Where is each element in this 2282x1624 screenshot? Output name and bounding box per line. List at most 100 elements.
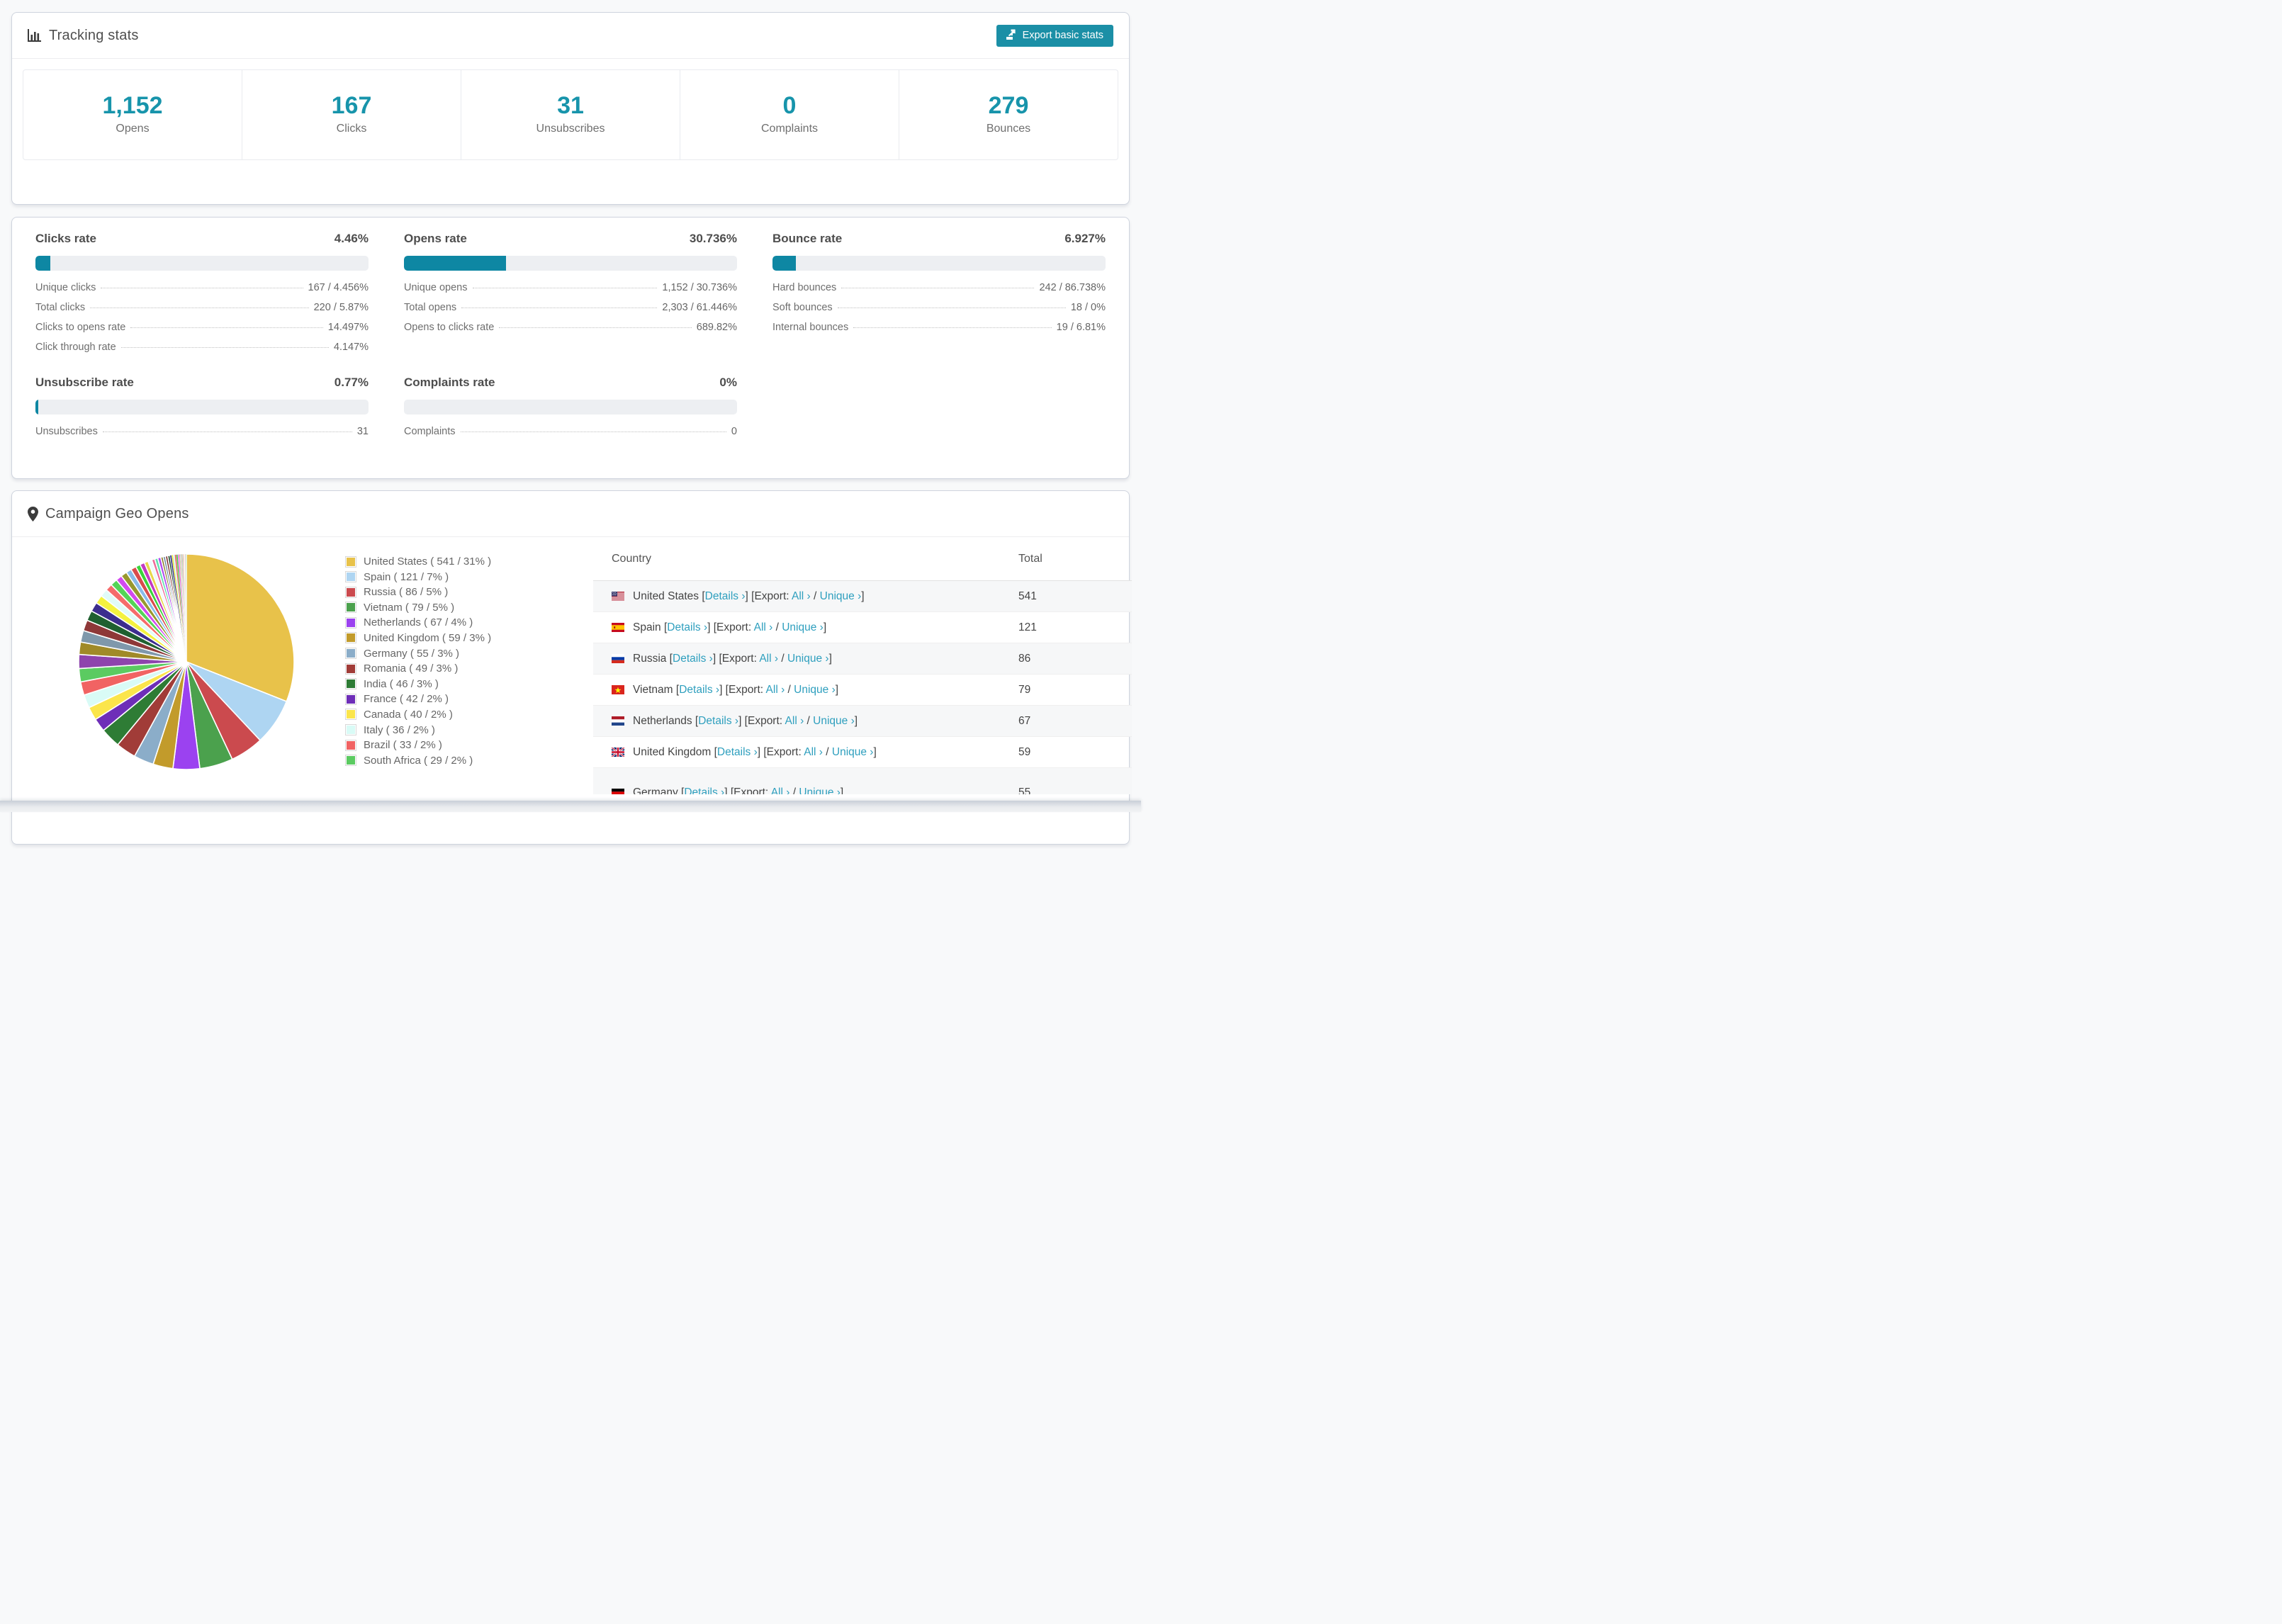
country-links: United States [Details ›] [Export: All ›… — [633, 590, 865, 602]
stat-row-label: Unique clicks — [35, 282, 96, 293]
export-all-link[interactable]: All › — [804, 746, 823, 758]
stat-row-value: 2,303 / 61.446% — [662, 302, 737, 313]
legend-item-spain[interactable]: Spain ( 121 / 7% ) — [345, 571, 491, 583]
country-links: Russia [Details ›] [Export: All › / Uniq… — [633, 652, 832, 665]
flag-ru-icon — [612, 654, 624, 663]
geo-table-row-vn: Vietnam [Details ›] [Export: All › / Uni… — [593, 675, 1132, 706]
export-all-link[interactable]: All › — [759, 653, 778, 665]
stat-row-label: Internal bounces — [772, 322, 849, 333]
details-link[interactable]: Details › — [679, 684, 719, 696]
country-cell: Spain [Details ›] [Export: All › / Uniqu… — [612, 621, 1018, 634]
total-cell: 55 — [1018, 786, 1031, 794]
details-link[interactable]: Details › — [705, 590, 746, 602]
legend-label: United States ( 541 / 31% ) — [364, 556, 492, 568]
export-all-link[interactable]: All › — [792, 590, 811, 602]
total-cell: 121 — [1018, 621, 1037, 633]
legend-swatch — [345, 602, 356, 614]
flag-vn-icon — [612, 685, 624, 694]
legend-item-france[interactable]: France ( 42 / 2% ) — [345, 693, 491, 705]
bounce-rate-bar — [772, 256, 1106, 271]
stat-row-value: 220 / 5.87% — [313, 302, 369, 313]
stat-row: Soft bounces 18 / 0% — [772, 302, 1106, 322]
details-link[interactable]: Details › — [673, 653, 713, 665]
export-basic-stats-button[interactable]: Export basic stats — [996, 24, 1113, 47]
legend-item-south-africa[interactable]: South Africa ( 29 / 2% ) — [345, 755, 491, 767]
legend-item-romania[interactable]: Romania ( 49 / 3% ) — [345, 662, 491, 675]
stat-row-value: 0 — [731, 426, 737, 437]
summary-bounces: 279 Bounces — [899, 69, 1118, 160]
stat-row: Total opens 2,303 / 61.446% — [404, 302, 737, 322]
export-button-label: Export basic stats — [1022, 30, 1103, 41]
details-link[interactable]: Details › — [698, 715, 738, 727]
clicks-rate-panel: Clicks rate 4.46% Unique clicks 167 / 4.45… — [35, 232, 369, 361]
export-unique-link[interactable]: Unique › — [799, 786, 841, 794]
page-title: Tracking stats — [49, 27, 139, 43]
legend-item-canada[interactable]: Canada ( 40 / 2% ) — [345, 709, 491, 721]
dotted-leader — [130, 327, 323, 328]
bounce-rate-value: 6.927% — [1064, 232, 1106, 245]
export-all-link[interactable]: All › — [785, 715, 804, 727]
geo-header: Campaign Geo Opens — [12, 491, 1129, 537]
legend-item-russia[interactable]: Russia ( 86 / 5% ) — [345, 586, 491, 598]
geo-table-row-us: United States [Details ›] [Export: All ›… — [593, 581, 1132, 612]
stat-row-label: Total clicks — [35, 302, 86, 313]
export-all-link[interactable]: All › — [754, 621, 773, 633]
legend-item-germany[interactable]: Germany ( 55 / 3% ) — [345, 648, 491, 660]
export-unique-link[interactable]: Unique › — [832, 746, 874, 758]
geo-table: Country Total United States [Details ›] … — [593, 537, 1132, 794]
legend-item-netherlands[interactable]: Netherlands ( 67 / 4% ) — [345, 616, 491, 628]
bounce-rate-panel: Bounce rate 6.927% Hard bounces 242 / 86.7… — [772, 232, 1106, 361]
legend-swatch — [345, 739, 356, 751]
legend-label: South Africa ( 29 / 2% ) — [364, 754, 473, 767]
stat-row-value: 18 / 0% — [1070, 302, 1106, 313]
details-link[interactable]: Details › — [717, 746, 758, 758]
legend-item-united-kingdom[interactable]: United Kingdom ( 59 / 3% ) — [345, 632, 491, 644]
legend-item-vietnam[interactable]: Vietnam ( 79 / 5% ) — [345, 602, 491, 614]
flag-de-icon — [612, 788, 624, 794]
map-pin-icon — [28, 506, 38, 521]
unsubscribe-rate-value: 0.77% — [334, 376, 369, 389]
stat-row: Click through rate 4.147% — [35, 342, 369, 361]
stat-row-value: 4.147% — [333, 342, 369, 353]
export-unique-link[interactable]: Unique › — [820, 590, 862, 602]
details-link[interactable]: Details › — [684, 786, 724, 794]
geo-table-row-de: Germany [Details ›] [Export: All › / Uni… — [593, 768, 1132, 794]
stat-row-label: Click through rate — [35, 342, 116, 353]
rates-row-2: Unsubscribe rate 0.77% Unsubscribes 31 Com… — [35, 376, 1106, 446]
country-cell: Vietnam [Details ›] [Export: All › / Uni… — [612, 684, 1018, 697]
summary-unsubscribes: 31 Unsubscribes — [461, 69, 680, 160]
geo-table-row-uk: United Kingdom [Details ›] [Export: All … — [593, 737, 1132, 768]
complaints-rate-title: Complaints rate — [404, 376, 495, 389]
clicks-rate-title: Clicks rate — [35, 232, 96, 245]
stat-row: Complaints 0 — [404, 426, 737, 446]
country-links: Vietnam [Details ›] [Export: All › / Uni… — [633, 683, 839, 696]
legend-item-united-states[interactable]: United States ( 541 / 31% ) — [345, 556, 491, 568]
complaints-rate-value: 0% — [719, 376, 737, 389]
stat-row-value: 19 / 6.81% — [1056, 322, 1106, 333]
export-unique-link[interactable]: Unique › — [782, 621, 824, 633]
geo-table-header: Country Total — [593, 537, 1132, 581]
legend-label: Vietnam ( 79 / 5% ) — [364, 601, 455, 614]
country-column-header: Country — [612, 552, 652, 565]
stat-row-value: 14.497% — [327, 322, 369, 333]
legend-item-india[interactable]: India ( 46 / 3% ) — [345, 678, 491, 690]
export-unique-link[interactable]: Unique › — [794, 684, 836, 696]
legend-label: Netherlands ( 67 / 4% ) — [364, 616, 473, 629]
export-unique-link[interactable]: Unique › — [787, 653, 829, 665]
stat-row-label: Clicks to opens rate — [35, 322, 126, 333]
stat-row: Total clicks 220 / 5.87% — [35, 302, 369, 322]
campaign-geo-opens-card: Campaign Geo Opens United States ( 541 /… — [11, 490, 1132, 845]
rates-row-1: Clicks rate 4.46% Unique clicks 167 / 4.45… — [35, 232, 1106, 361]
details-link[interactable]: Details › — [667, 621, 707, 633]
legend-label: Germany ( 55 / 3% ) — [364, 647, 460, 660]
legend-label: India ( 46 / 3% ) — [364, 677, 439, 690]
bounces-count: 279 — [988, 92, 1029, 119]
geo-body: United States ( 541 / 31% ) Spain ( 121 /… — [12, 537, 1132, 835]
legend-label: Russia ( 86 / 5% ) — [364, 586, 449, 599]
legend-item-italy[interactable]: Italy ( 36 / 2% ) — [345, 724, 491, 736]
export-all-link[interactable]: All › — [766, 684, 785, 696]
export-all-link[interactable]: All › — [771, 786, 790, 794]
legend-item-brazil[interactable]: Brazil ( 33 / 2% ) — [345, 739, 491, 751]
export-unique-link[interactable]: Unique › — [813, 715, 855, 727]
stat-row-label: Complaints — [404, 426, 456, 437]
